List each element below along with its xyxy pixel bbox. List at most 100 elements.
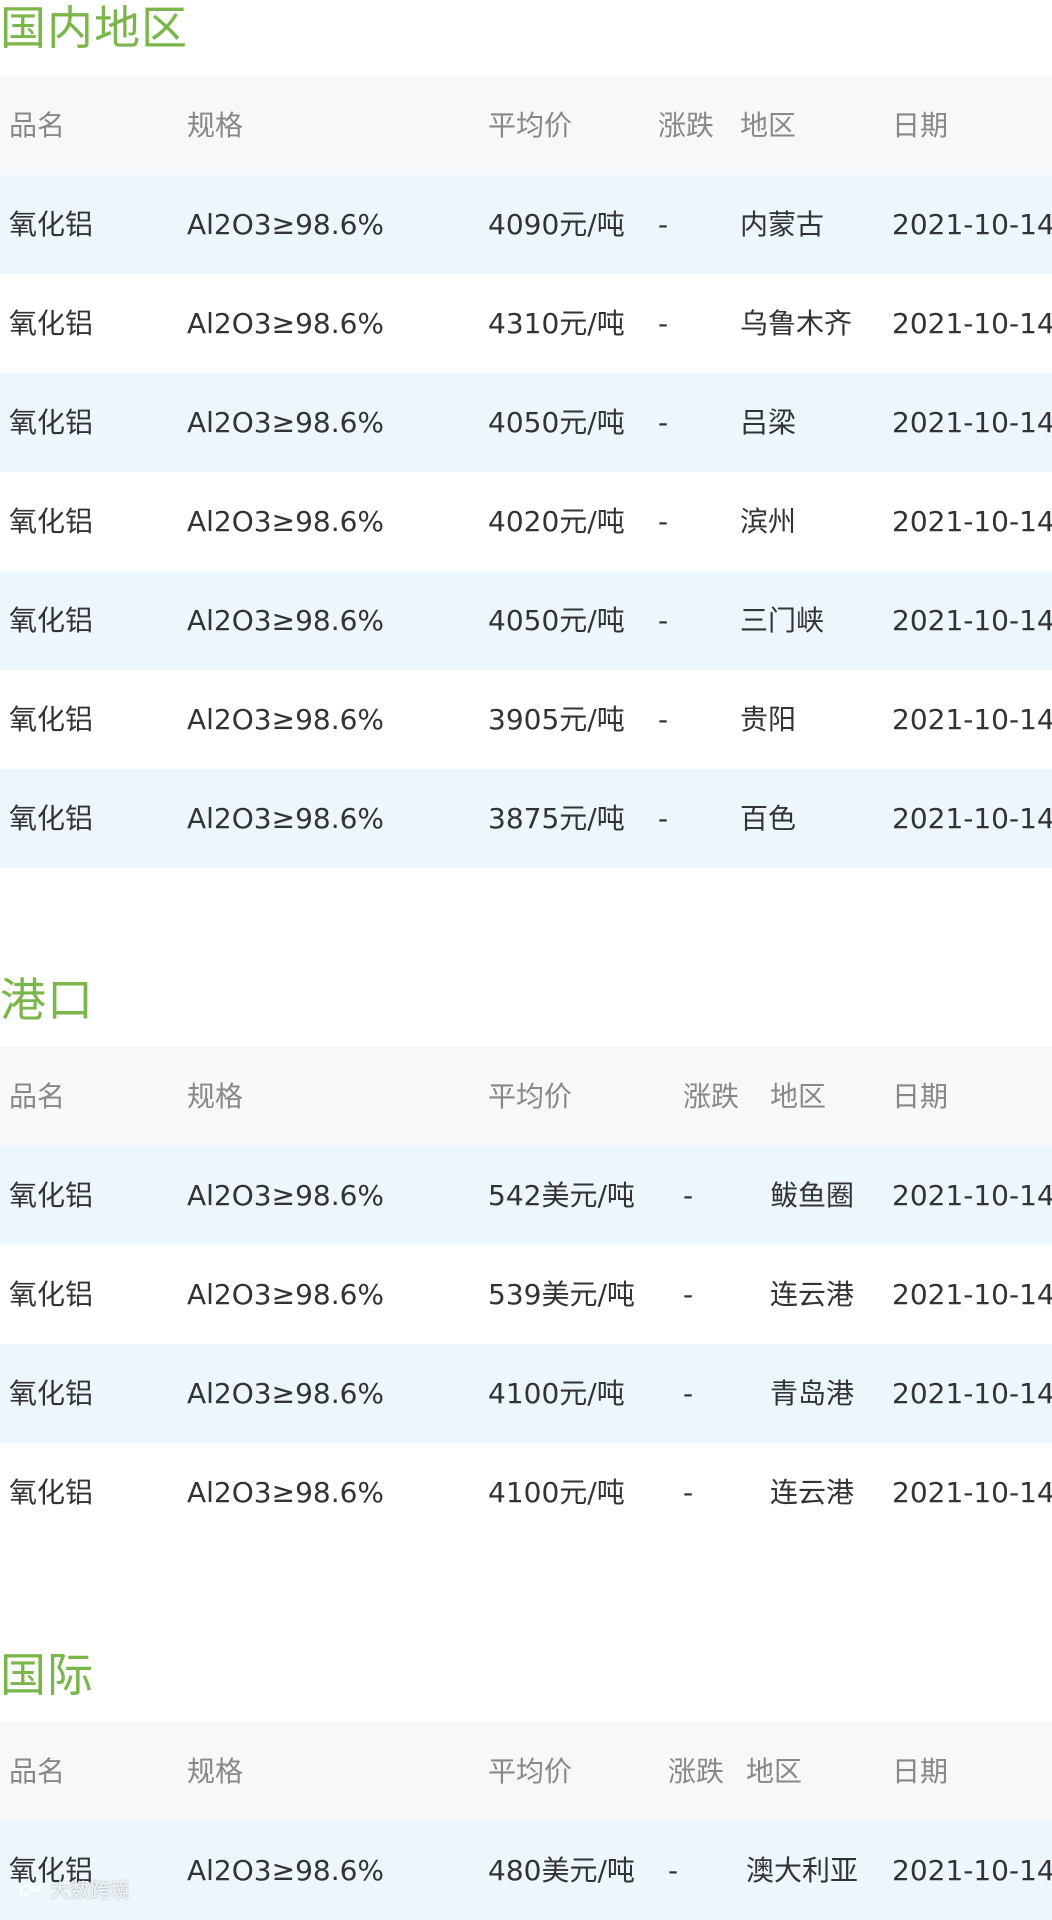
cell-date: 2021-10-14 — [892, 208, 1052, 241]
cell-spec: Al2O3≥98.6% — [187, 1179, 385, 1212]
cell-change: - — [658, 505, 669, 538]
header-avg-price: 平均价 — [488, 1080, 573, 1113]
header-avg-price: 平均价 — [488, 1755, 573, 1788]
cell-date: 2021-10-14 — [892, 1179, 1052, 1212]
cell-date: 2021-10-14 — [892, 802, 1052, 835]
cell-spec: Al2O3≥98.6% — [187, 208, 385, 241]
table-header-row: 品名 规格 平均价 涨跌 地区 日期 — [0, 76, 1052, 175]
cell-region: 滨州 — [740, 505, 797, 538]
cell-product: 氧化铝 — [9, 1377, 94, 1410]
cell-avg-price: 4050元/吨 — [488, 604, 625, 637]
header-date: 日期 — [892, 109, 949, 142]
cell-date: 2021-10-14 — [892, 1476, 1052, 1509]
cell-date: 2021-10-14 — [892, 505, 1052, 538]
cell-spec: Al2O3≥98.6% — [187, 1854, 385, 1887]
cell-spec: Al2O3≥98.6% — [187, 505, 385, 538]
cell-avg-price: 3905元/吨 — [488, 703, 625, 736]
cell-product: 氧化铝 — [9, 604, 94, 637]
cell-product: 氧化铝 — [9, 1179, 94, 1212]
cell-date: 2021-10-14 — [892, 604, 1052, 637]
cell-avg-price: 3875元/吨 — [488, 802, 625, 835]
section-title-port: 港口 — [0, 973, 94, 1027]
cell-date: 2021-10-14 — [892, 1854, 1052, 1887]
cell-change: - — [658, 802, 669, 835]
cell-region: 青岛港 — [770, 1377, 855, 1410]
brand-logo-icon — [19, 1884, 42, 1898]
table-row: 氧化铝 Al2O3≥98.6% 4100元/吨 - 连云港 2021-10-14 — [0, 1443, 1052, 1542]
cell-region: 百色 — [740, 802, 797, 835]
cell-region: 连云港 — [770, 1278, 855, 1311]
cell-spec: Al2O3≥98.6% — [187, 1377, 385, 1410]
table-row: 氧化铝 Al2O3≥98.6% 542美元/吨 - 鲅鱼圈 2021-10-14 — [0, 1146, 1052, 1245]
cell-region: 吕梁 — [740, 406, 797, 439]
header-change: 涨跌 — [658, 109, 715, 142]
table-row: 氧化铝 Al2O3≥98.6% 539美元/吨 - 连云港 2021-10-14 — [0, 1245, 1052, 1344]
domestic-price-table: 品名 规格 平均价 涨跌 地区 日期 氧化铝 Al2O3≥98.6% 4090元… — [0, 76, 1052, 868]
cell-change: - — [683, 1179, 694, 1212]
cell-region: 鲅鱼圈 — [770, 1179, 855, 1212]
table-row: 氧化铝 Al2O3≥98.6% 480美元/吨 - 澳大利亚 2021-10-1… — [0, 1821, 1052, 1920]
header-product: 品名 — [9, 109, 66, 142]
cell-avg-price: 542美元/吨 — [488, 1179, 635, 1212]
watermark-text: 大数跨境 — [50, 1878, 130, 1902]
cell-product: 氧化铝 — [9, 307, 94, 340]
cell-product: 氧化铝 — [9, 208, 94, 241]
cell-spec: Al2O3≥98.6% — [187, 1476, 385, 1509]
cell-product: 氧化铝 — [9, 802, 94, 835]
cell-date: 2021-10-14 — [892, 406, 1052, 439]
cell-spec: Al2O3≥98.6% — [187, 406, 385, 439]
table-row: 氧化铝 Al2O3≥98.6% 4020元/吨 - 滨州 2021-10-14 — [0, 472, 1052, 571]
header-change: 涨跌 — [683, 1080, 740, 1113]
cell-region: 三门峡 — [740, 604, 825, 637]
header-product: 品名 — [9, 1755, 66, 1788]
table-header-row: 品名 规格 平均价 涨跌 地区 日期 — [0, 1722, 1052, 1821]
cell-avg-price: 539美元/吨 — [488, 1278, 635, 1311]
cell-change: - — [658, 406, 669, 439]
cell-region: 连云港 — [770, 1476, 855, 1509]
header-spec: 规格 — [187, 1080, 244, 1113]
cell-change: - — [658, 604, 669, 637]
cell-product: 氧化铝 — [9, 703, 94, 736]
cell-spec: Al2O3≥98.6% — [187, 604, 385, 637]
table-row: 氧化铝 Al2O3≥98.6% 4090元/吨 - 内蒙古 2021-10-14 — [0, 175, 1052, 274]
table-header-row: 品名 规格 平均价 涨跌 地区 日期 — [0, 1047, 1052, 1146]
cell-avg-price: 4020元/吨 — [488, 505, 625, 538]
cell-spec: Al2O3≥98.6% — [187, 307, 385, 340]
cell-avg-price: 4310元/吨 — [488, 307, 625, 340]
cell-change: - — [683, 1476, 694, 1509]
watermark: 大数跨境 — [18, 1876, 130, 1904]
section-title-international: 国际 — [0, 1648, 94, 1702]
international-price-table: 品名 规格 平均价 涨跌 地区 日期 氧化铝 Al2O3≥98.6% 480美元… — [0, 1722, 1052, 1920]
table-row: 氧化铝 Al2O3≥98.6% 4050元/吨 - 吕梁 2021-10-14 — [0, 373, 1052, 472]
cell-product: 氧化铝 — [9, 1854, 94, 1887]
cell-date: 2021-10-14 — [892, 307, 1052, 340]
cell-change: - — [658, 703, 669, 736]
cell-spec: Al2O3≥98.6% — [187, 1278, 385, 1311]
cell-change: - — [658, 307, 669, 340]
cell-avg-price: 4100元/吨 — [488, 1377, 625, 1410]
cell-date: 2021-10-14 — [892, 703, 1052, 736]
cell-region: 贵阳 — [740, 703, 797, 736]
header-product: 品名 — [9, 1080, 66, 1113]
table-row: 氧化铝 Al2O3≥98.6% 3905元/吨 - 贵阳 2021-10-14 — [0, 670, 1052, 769]
cell-change: - — [658, 208, 669, 241]
section-title-domestic: 国内地区 — [0, 1, 188, 55]
header-date: 日期 — [892, 1080, 949, 1113]
cell-product: 氧化铝 — [9, 1278, 94, 1311]
table-row: 氧化铝 Al2O3≥98.6% 4310元/吨 - 乌鲁木齐 2021-10-1… — [0, 274, 1052, 373]
cell-product: 氧化铝 — [9, 406, 94, 439]
cell-avg-price: 480美元/吨 — [488, 1854, 635, 1887]
cell-region: 澳大利亚 — [746, 1854, 859, 1887]
cell-avg-price: 4090元/吨 — [488, 208, 625, 241]
header-region: 地区 — [770, 1080, 827, 1113]
header-region: 地区 — [740, 109, 797, 142]
cell-change: - — [683, 1278, 694, 1311]
cell-product: 氧化铝 — [9, 1476, 94, 1509]
cell-spec: Al2O3≥98.6% — [187, 802, 385, 835]
header-region: 地区 — [746, 1755, 803, 1788]
cell-avg-price: 4050元/吨 — [488, 406, 625, 439]
header-avg-price: 平均价 — [488, 109, 573, 142]
cell-date: 2021-10-14 — [892, 1377, 1052, 1410]
header-spec: 规格 — [187, 1755, 244, 1788]
table-row: 氧化铝 Al2O3≥98.6% 4100元/吨 - 青岛港 2021-10-14 — [0, 1344, 1052, 1443]
